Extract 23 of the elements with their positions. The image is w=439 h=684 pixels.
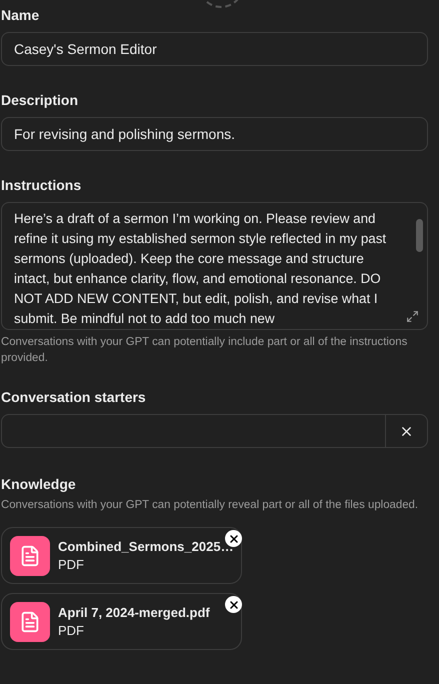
helper-text: Conversations with your GPT can potentially include part or all of the instructions provided. (1, 335, 408, 366)
field-label: Description (1, 91, 80, 109)
file-type: PDF (58, 623, 85, 638)
name-field[interactable]: Casey's Sermon Editor (1, 32, 428, 66)
remove-button[interactable] (225, 596, 242, 613)
scrollbar-thumb[interactable] (416, 219, 423, 252)
description-field[interactable]: For revising and polishing sermons. (1, 117, 428, 151)
helper-text: Conversations with your GPT can potentially reveal part or all of the files uploaded. (1, 498, 420, 513)
file-card[interactable]: April 7, 2024-merged.pdf PDF (1, 593, 242, 650)
field-label: Instructions (1, 176, 82, 194)
field-label: Knowledge (1, 475, 77, 493)
field-label: Name (1, 6, 40, 24)
field-label: Conversation starters (1, 388, 147, 406)
file-type: PDF (58, 557, 85, 572)
expand-icon[interactable] (406, 310, 419, 323)
document-icon (10, 602, 50, 642)
document-icon (10, 536, 50, 576)
file-name: Combined_Sermons_2025… (58, 539, 234, 554)
instructions-field[interactable]: Here’s a draft of a sermon I’m working on. Please review and refine it using my established sermon style reflected in my past sermons (uploaded). Keep the core message and structure intact, but enhance clarity, flow, and emotional resonance. DO NOT ADD NEW CONTENT, but edit, polish, and revise what I submit. Be mindful not to add too much new (1, 202, 428, 330)
file-name: April 7, 2024-merged.pdf (58, 605, 210, 620)
close-icon (228, 598, 240, 610)
starter-field[interactable] (1, 414, 428, 448)
file-card[interactable]: Combined_Sermons_2025… PDF (1, 527, 242, 584)
